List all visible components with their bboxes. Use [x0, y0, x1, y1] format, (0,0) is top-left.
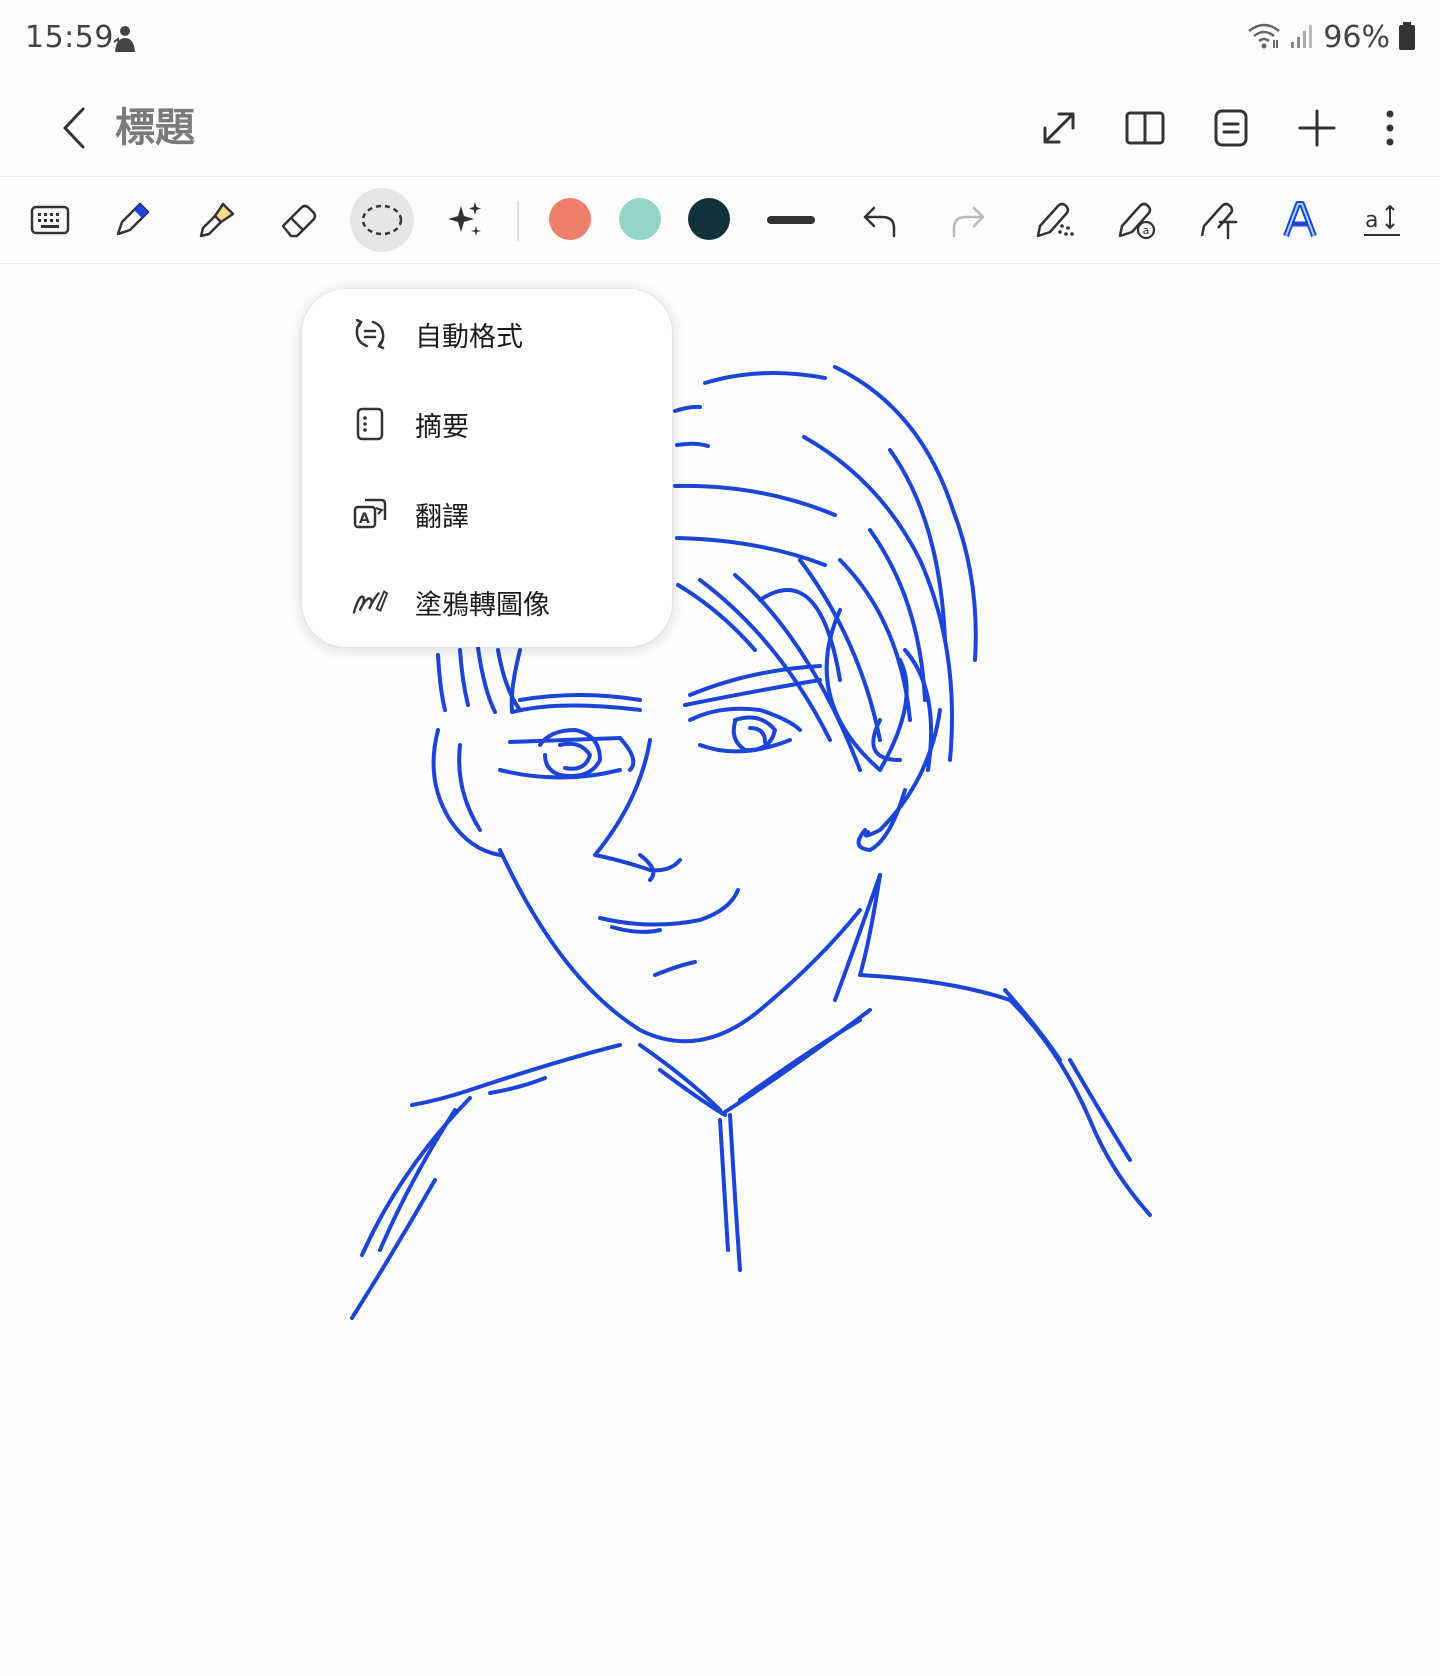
shape-recognize-icon	[1036, 202, 1074, 238]
color-swatch-mint[interactable]	[619, 198, 661, 240]
redo-icon	[952, 206, 985, 238]
sketch-to-image-icon	[352, 584, 388, 620]
eraser-button[interactable]	[266, 188, 330, 252]
undo-icon	[863, 206, 896, 238]
expand-button[interactable]	[1016, 98, 1102, 158]
lasso-select-icon	[361, 204, 403, 236]
summary-icon	[352, 406, 388, 442]
stroke-width-button[interactable]	[759, 188, 823, 252]
menu-item-label: 摘要	[415, 411, 469, 443]
eraser-icon	[281, 204, 317, 238]
page-list-button[interactable]	[1188, 98, 1274, 158]
pen-icon	[116, 202, 150, 236]
auto-format-icon	[352, 316, 388, 352]
shape-recognize-button[interactable]	[1022, 188, 1086, 252]
app-bar: 標題	[0, 80, 1440, 176]
status-time: 15:59	[25, 20, 114, 55]
menu-item-translate[interactable]: A 翻譯	[302, 469, 672, 559]
color-swatch-dark-teal[interactable]	[688, 198, 730, 240]
highlighter-button[interactable]	[183, 188, 247, 252]
add-page-button[interactable]	[1274, 98, 1360, 158]
page-title[interactable]: 標題	[115, 98, 195, 158]
back-button[interactable]	[44, 98, 104, 158]
redo-button[interactable]	[936, 188, 1000, 252]
text-convert-button[interactable]	[1186, 188, 1250, 252]
battery-level: 96%	[1323, 20, 1390, 55]
menu-item-label: 自動格式	[415, 321, 523, 353]
highlighter-icon	[199, 202, 235, 238]
ai-assist-menu: 自動格式 摘要 A 翻譯 塗鴉轉圖像	[302, 289, 672, 647]
ai-assist-button[interactable]	[433, 188, 497, 252]
svg-text:A: A	[359, 511, 370, 527]
undo-button[interactable]	[848, 188, 912, 252]
drawing-canvas[interactable]	[0, 262, 1440, 1676]
text-convert-icon	[1200, 202, 1238, 240]
pen-button[interactable]	[100, 188, 164, 252]
more-options-button[interactable]	[1360, 98, 1420, 158]
translate-icon: A	[352, 496, 388, 532]
book-view-button[interactable]	[1102, 98, 1188, 158]
book-view-icon	[1125, 111, 1165, 145]
wifi-icon	[1247, 22, 1281, 54]
stroke-width-icon	[767, 216, 815, 224]
lasso-select-button[interactable]	[350, 188, 414, 252]
signal-icon	[1289, 22, 1315, 54]
add-icon	[1298, 109, 1336, 147]
text-size-button[interactable]: a	[1350, 188, 1414, 252]
keyboard-icon	[30, 205, 70, 235]
page-list-icon	[1214, 109, 1248, 147]
ai-sparkle-icon	[448, 202, 481, 236]
pen-style-button[interactable]	[1268, 188, 1332, 252]
battery-icon	[1398, 21, 1416, 55]
menu-item-sketch-to-image[interactable]: 塗鴉轉圖像	[302, 557, 672, 647]
menu-item-label: 翻譯	[415, 501, 469, 533]
more-icon	[1386, 110, 1394, 146]
menu-item-summary[interactable]: 摘要	[302, 379, 672, 469]
menu-item-label: 塗鴉轉圖像	[415, 589, 550, 621]
toolbar-divider	[517, 201, 519, 241]
text-size-icon: a	[1364, 204, 1400, 236]
svg-text:a: a	[1143, 224, 1150, 237]
menu-item-auto-format[interactable]: 自動格式	[302, 289, 672, 379]
pen-assist-button[interactable]: a	[1104, 188, 1168, 252]
chevron-left-icon	[63, 107, 85, 149]
pen-assist-icon: a	[1118, 202, 1156, 240]
svg-text:a: a	[1365, 208, 1378, 233]
status-bar: 15:59 96%	[0, 0, 1440, 80]
keyboard-button[interactable]	[18, 188, 82, 252]
color-swatch-coral[interactable]	[549, 198, 591, 240]
expand-icon	[1043, 112, 1075, 144]
pen-style-icon	[1283, 201, 1317, 238]
sync-person-icon	[112, 24, 138, 58]
